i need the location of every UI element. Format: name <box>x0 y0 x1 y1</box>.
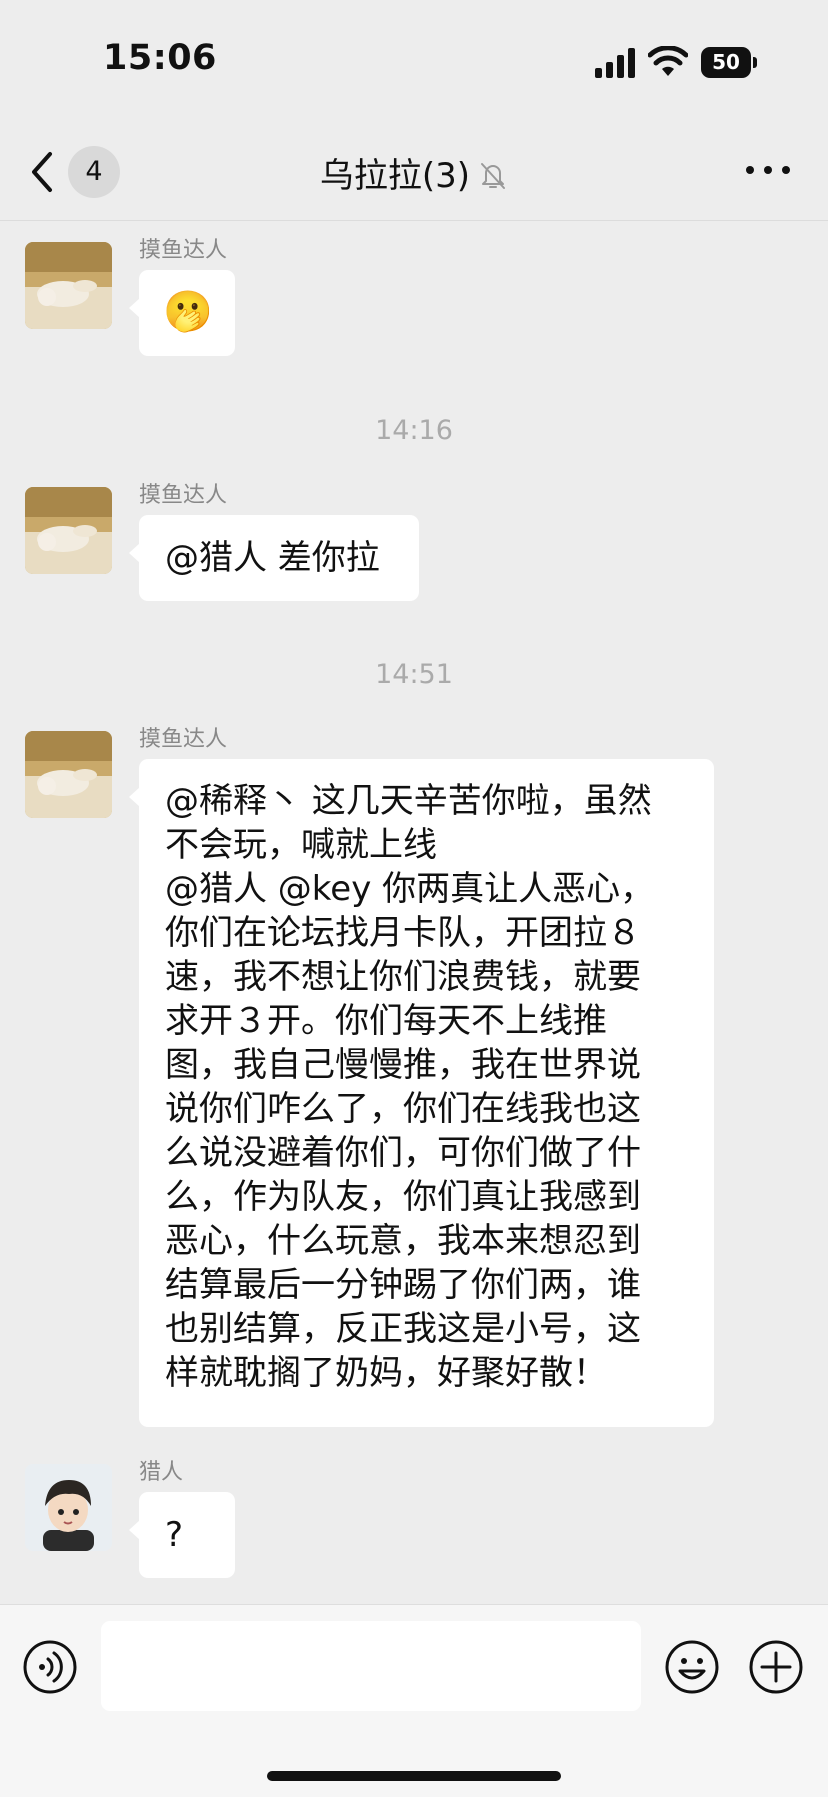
message-text: ? <box>165 1515 184 1555</box>
status-time: 15:06 <box>103 38 217 78</box>
boy-avatar-image <box>25 1464 112 1551</box>
cat-avatar-image <box>25 487 112 574</box>
voice-icon[interactable] <box>22 1639 78 1695</box>
avatar[interactable] <box>25 731 112 818</box>
avatar[interactable] <box>25 242 112 329</box>
input-bar <box>0 1604 828 1797</box>
message-bubble[interactable]: 🫢 <box>129 270 235 356</box>
message-text: 🫢 <box>163 289 213 335</box>
message-line: 速，我不想让你们浪费钱，就要 <box>165 957 641 997</box>
sender-name: 摸鱼达人 <box>139 238 228 263</box>
message-line: 也别结算，反正我这是小号，这 <box>165 1309 641 1349</box>
message-line: 说你们咋么了，你们在线我也这 <box>165 1089 641 1129</box>
message-bubble[interactable]: @稀释丶 这几天辛苦你啦，虽然 不会玩，喊就上线 @猎人 @key 你两真让人恶… <box>129 759 714 1427</box>
more-dots-icon[interactable] <box>740 150 796 190</box>
chat-title: 乌拉拉(3) <box>0 148 828 197</box>
emoji-icon[interactable] <box>664 1639 720 1695</box>
avatar[interactable] <box>25 487 112 574</box>
time-divider: 14:16 <box>375 415 453 446</box>
message-line: 样就耽搁了奶妈，好聚好散！ <box>165 1353 607 1393</box>
status-bar: 15:06 50 <box>0 0 828 120</box>
message-line: 图，我自己慢慢推，我在世界说 <box>165 1045 641 1085</box>
message-text: @猎人 差你拉 <box>165 538 380 578</box>
message-line: 恶心，什么玩意，我本来想忍到 <box>165 1221 641 1261</box>
chat-title-text: 乌拉拉(3) <box>319 156 471 196</box>
message-line: 求开３开。你们每天不上线推 <box>165 1001 607 1041</box>
bell-slash-icon <box>481 163 506 189</box>
sender-name: 猎人 <box>139 1460 184 1485</box>
message-line: @猎人 @key 你两真让人恶心， <box>165 869 655 909</box>
wifi-icon <box>648 46 688 76</box>
avatar[interactable] <box>25 1464 112 1551</box>
message-line: 么说没避着你们，可你们做了什 <box>165 1133 641 1173</box>
message-bubble[interactable]: ? <box>129 1492 235 1578</box>
message-line: 你们在论坛找月卡队，开团拉８ <box>165 913 641 953</box>
signal-icon <box>595 48 635 78</box>
message-input[interactable] <box>101 1621 641 1711</box>
sender-name: 摸鱼达人 <box>139 483 228 508</box>
cat-avatar-image <box>25 242 112 329</box>
home-indicator <box>267 1771 561 1781</box>
message-line: 么，作为队友，你们真让我感到 <box>165 1177 641 1217</box>
cat-avatar-image <box>25 731 112 818</box>
message-line: 不会玩，喊就上线 <box>165 825 437 865</box>
battery-icon: 50 <box>701 47 757 78</box>
plus-icon[interactable] <box>748 1639 804 1695</box>
time-divider: 14:51 <box>375 659 453 690</box>
sender-name: 摸鱼达人 <box>139 727 228 752</box>
nav-bar: 4 乌拉拉(3) <box>0 120 828 221</box>
message-line: @稀释丶 这几天辛苦你啦，虽然 <box>165 781 652 821</box>
battery-level: 50 <box>701 47 751 78</box>
message-line: 结算最后一分钟踢了你们两，谁 <box>165 1265 641 1305</box>
message-bubble[interactable]: @猎人 差你拉 <box>129 515 419 601</box>
